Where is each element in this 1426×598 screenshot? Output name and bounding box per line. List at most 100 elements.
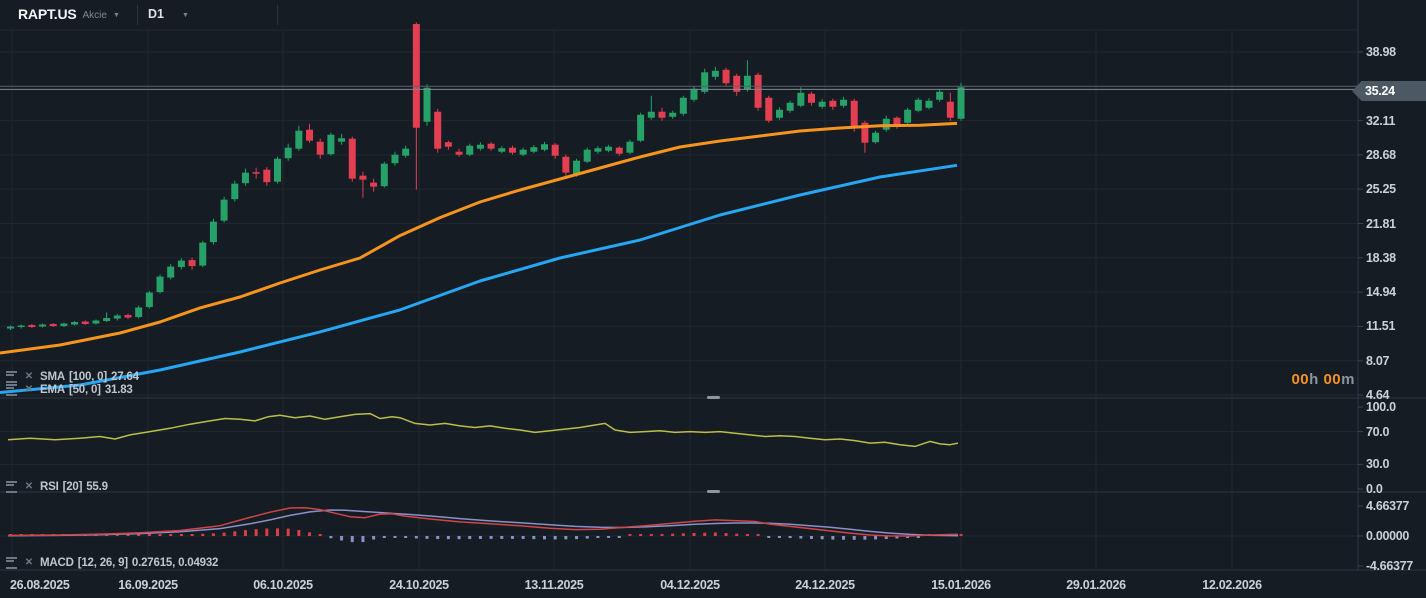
- candle-up: [7, 326, 14, 329]
- macd-hist-bar-positive: [201, 533, 205, 536]
- macd-hist-bar-positive: [649, 534, 653, 536]
- indicator-settings-icon[interactable]: [4, 370, 18, 383]
- macd-hist-bar-negative: [767, 536, 771, 538]
- macd-hist-bar-positive: [703, 532, 707, 536]
- macd-hist-bar-positive: [713, 532, 717, 536]
- rsi-axis-label: 0.0: [1366, 482, 1383, 496]
- candle-down: [850, 100, 858, 128]
- timeframe-label: D1: [148, 7, 164, 21]
- indicator-name: RSI: [40, 480, 59, 493]
- candle-down: [306, 129, 314, 141]
- candle-up: [914, 99, 922, 111]
- candle-down: [946, 101, 954, 118]
- candle-down: [370, 182, 378, 187]
- candle-up: [818, 101, 826, 107]
- candle-down: [808, 93, 815, 103]
- candle-up: [209, 221, 217, 243]
- macd-hist-bar-positive: [671, 533, 675, 536]
- candle-up: [626, 141, 634, 153]
- macd-hist-bar-positive: [147, 534, 151, 536]
- macd-hist-bar-negative: [329, 536, 333, 539]
- symbol-name: RAPT.US: [18, 6, 77, 22]
- macd-hist-bar-negative: [617, 536, 621, 538]
- macd-hist-bar-negative: [564, 536, 568, 540]
- candle-up: [637, 114, 645, 141]
- macd-hist-bar-negative: [340, 536, 344, 541]
- candle-down: [188, 260, 196, 267]
- candle-up: [391, 154, 399, 164]
- candle-down: [455, 151, 463, 155]
- macd-hist-bar-positive: [222, 532, 226, 536]
- macd-hist-bar-positive: [724, 533, 728, 536]
- candle-down: [348, 138, 356, 179]
- chevron-down-icon: ▼: [112, 11, 120, 19]
- macd-hist-bar-negative: [810, 536, 813, 539]
- candle-up: [60, 323, 68, 327]
- candle-up: [701, 72, 709, 92]
- symbol-selector[interactable]: RAPT.US Akcie ▼: [18, 6, 120, 22]
- date-axis-label: 04.12.2025: [660, 578, 720, 592]
- countdown-hours: 00: [1291, 371, 1310, 388]
- candle-up: [92, 320, 100, 324]
- candles-layer: [7, 22, 965, 331]
- candle-up: [231, 183, 239, 200]
- macd-hist-bar-negative: [553, 536, 557, 540]
- rsi-axis-label: 30.0: [1366, 457, 1390, 472]
- candle-up: [594, 148, 602, 152]
- indicator-settings-icon[interactable]: [4, 383, 18, 396]
- indicator-value: 27.64: [111, 370, 139, 383]
- chart-header: RAPT.US Akcie ▼ D1 ▼: [0, 0, 1358, 30]
- macd-hist-bar-negative: [788, 536, 792, 539]
- date-axis-label: 26.08.2025: [10, 578, 70, 592]
- candle-up: [402, 148, 410, 156]
- macd-hist-bar-negative: [510, 536, 514, 539]
- macd-hist-bar-positive: [243, 530, 247, 536]
- price-axis-label: 32.11: [1366, 113, 1396, 128]
- indicator-params: [12, 26, 9]: [77, 556, 128, 569]
- macd-hist-bar-negative: [532, 536, 536, 540]
- indicator-remove-icon[interactable]: ✕: [22, 481, 36, 492]
- price-axis-label: 14.94: [1366, 285, 1396, 300]
- macd-hist-bar-negative: [382, 536, 386, 538]
- candle-up: [583, 149, 591, 162]
- indicator-params: [20]: [62, 480, 83, 493]
- macd-hist-bar-positive: [681, 533, 685, 536]
- candle-up: [519, 149, 527, 155]
- indicator-remove-icon[interactable]: ✕: [22, 384, 36, 395]
- countdown-minutes-unit: m: [1341, 371, 1355, 388]
- macd-hist-bar-negative: [436, 536, 440, 540]
- indicator-remove-icon[interactable]: ✕: [22, 557, 36, 568]
- timeframe-selector[interactable]: D1 ▼: [148, 7, 189, 21]
- macd-hist-bar-negative: [842, 536, 846, 540]
- candle-up: [156, 276, 164, 293]
- indicator-settings-icon[interactable]: [4, 480, 18, 493]
- indicator-settings-icon[interactable]: [4, 556, 18, 569]
- rsi-axis-label: 70.0: [1366, 424, 1390, 439]
- indicator-value: 0.27615, 0.04932: [131, 556, 219, 569]
- trading-chart-window: RAPT.US Akcie ▼ D1 ▼ ✕ SMA [100, 0] 27.6…: [0, 0, 1426, 598]
- macd-hist-bar-positive: [756, 534, 760, 536]
- candle-up: [925, 100, 933, 108]
- candle-down: [359, 175, 367, 180]
- candle-down: [551, 144, 559, 156]
- axis-ticks-layer: [1358, 51, 1363, 567]
- macd-hist-bar-negative: [350, 536, 354, 543]
- candle-up: [220, 199, 228, 221]
- chart-canvas[interactable]: [0, 0, 1426, 598]
- indicator-legend-macd: ✕ MACD [12, 26, 9] 0.27615, 0.04932: [4, 556, 218, 569]
- candle-up: [872, 132, 880, 143]
- macd-hist-bar-positive: [286, 528, 290, 536]
- indicator-legend-ema: ✕ EMA [50, 0] 31.83: [4, 383, 133, 396]
- candle-up: [17, 325, 25, 328]
- candle-up: [541, 144, 548, 150]
- macd-hist-bar-negative: [425, 536, 429, 539]
- macd-hist-bar-negative: [575, 536, 579, 540]
- macd-hist-bar-negative: [404, 536, 408, 538]
- macd-axis-label: -4.66377: [1366, 558, 1413, 573]
- indicator-remove-icon[interactable]: ✕: [22, 371, 36, 382]
- macd-hist-bar-positive: [308, 532, 312, 536]
- macd-hist-bar-negative: [457, 536, 461, 540]
- candle-up: [797, 92, 805, 106]
- candle-up: [327, 134, 335, 155]
- macd-hist-bar-negative: [361, 536, 365, 543]
